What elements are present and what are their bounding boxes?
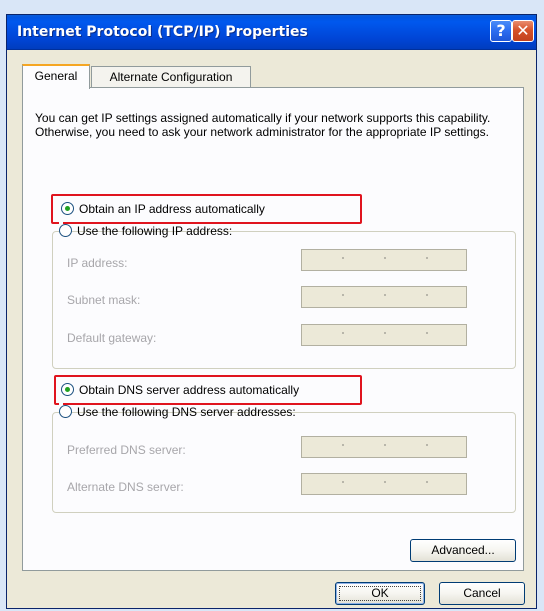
general-tab-panel: You can get IP settings assigned automat… xyxy=(22,87,524,571)
radio-obtain-dns-auto-control[interactable] xyxy=(61,383,74,396)
close-button[interactable]: ✕ xyxy=(512,20,534,42)
radio-use-following-dns-control[interactable] xyxy=(59,405,72,418)
radio-obtain-dns-auto-label: Obtain DNS server address automatically xyxy=(79,383,300,397)
alternate-dns-input[interactable] xyxy=(301,473,467,495)
radio-obtain-ip-auto[interactable]: Obtain an IP address automatically xyxy=(61,199,265,219)
ok-button[interactable]: OK xyxy=(335,582,425,605)
radio-use-following-dns[interactable]: Use the following DNS server addresses: xyxy=(59,402,296,422)
octet-separator xyxy=(426,332,428,334)
properties-dialog: Internet Protocol (TCP/IP) Properties ? … xyxy=(6,14,537,609)
title-bar[interactable]: Internet Protocol (TCP/IP) Properties ? … xyxy=(7,15,536,50)
subnet-mask-label: Subnet mask: xyxy=(67,293,141,307)
octet-separator xyxy=(384,332,386,334)
radio-use-following-ip-label: Use the following IP address: xyxy=(77,224,233,238)
radio-use-following-ip[interactable]: Use the following IP address: xyxy=(59,221,232,241)
description-text: You can get IP settings assigned automat… xyxy=(35,111,491,139)
close-icon: ✕ xyxy=(516,21,530,40)
octet-separator xyxy=(426,257,428,259)
tab-general[interactable]: General xyxy=(22,64,90,89)
octet-separator xyxy=(426,481,428,483)
radio-use-following-ip-control[interactable] xyxy=(59,224,72,237)
help-button[interactable]: ? xyxy=(490,20,512,42)
preferred-dns-label: Preferred DNS server: xyxy=(67,443,186,457)
octet-separator xyxy=(342,332,344,334)
octet-separator xyxy=(342,481,344,483)
help-icon: ? xyxy=(496,21,506,40)
octet-separator xyxy=(342,294,344,296)
cancel-button[interactable]: Cancel xyxy=(439,582,525,605)
ok-button-label: OK xyxy=(371,586,389,600)
preferred-dns-input[interactable] xyxy=(301,436,467,458)
octet-separator xyxy=(342,257,344,259)
octet-separator xyxy=(426,294,428,296)
octet-separator xyxy=(384,444,386,446)
octet-separator xyxy=(384,257,386,259)
tab-alternate-configuration[interactable]: Alternate Configuration xyxy=(91,66,251,88)
octet-separator xyxy=(384,481,386,483)
octet-separator xyxy=(426,444,428,446)
ip-address-label: IP address: xyxy=(67,256,128,270)
default-gateway-label: Default gateway: xyxy=(67,331,157,345)
radio-obtain-dns-auto[interactable]: Obtain DNS server address automatically xyxy=(61,380,299,400)
radio-use-following-dns-label: Use the following DNS server addresses: xyxy=(77,405,296,419)
tab-strip: General Alternate Configuration xyxy=(22,64,522,89)
radio-obtain-ip-auto-label: Obtain an IP address automatically xyxy=(79,202,265,216)
advanced-button[interactable]: Advanced... xyxy=(410,539,516,562)
default-gateway-input[interactable] xyxy=(301,324,467,346)
radio-obtain-ip-auto-control[interactable] xyxy=(61,202,74,215)
window-title: Internet Protocol (TCP/IP) Properties xyxy=(17,24,308,40)
octet-separator xyxy=(342,444,344,446)
alternate-dns-label: Alternate DNS server: xyxy=(67,480,184,494)
dns-manual-groupbox xyxy=(52,412,516,513)
octet-separator xyxy=(384,294,386,296)
subnet-mask-input[interactable] xyxy=(301,286,467,308)
ip-address-input[interactable] xyxy=(301,249,467,271)
